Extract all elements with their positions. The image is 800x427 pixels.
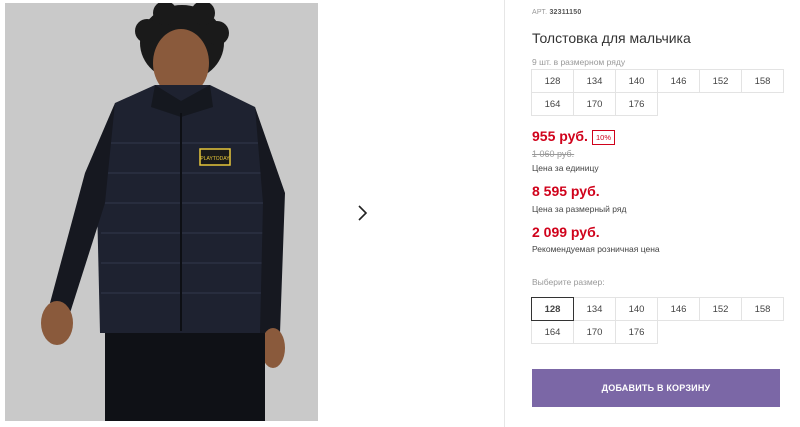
size-selector: 128 134 140 146 152 158 164 170 176	[531, 297, 784, 344]
product-photo[interactable]: PLAYTODAY	[5, 3, 318, 421]
pack-size-cell: 128	[531, 69, 574, 93]
old-price: 1 060 руб.	[532, 149, 575, 159]
product-title: Толстовка для мальчика	[532, 30, 691, 46]
article-label: АРТ.	[532, 9, 548, 16]
retail-price-note: Рекомендуемая розничная цена	[532, 244, 660, 254]
pack-price-note: Цена за размерный ряд	[532, 204, 627, 214]
size-option-134[interactable]: 134	[573, 297, 616, 321]
pack-size-cell: 164	[531, 92, 574, 116]
pack-size-cell: 170	[573, 92, 616, 116]
size-option-164[interactable]: 164	[531, 320, 574, 344]
pack-size-cell: 134	[573, 69, 616, 93]
pack-size-grid: 128 134 140 146 152 158 164 170 176	[531, 69, 784, 116]
pack-size-cell: 176	[615, 92, 658, 116]
product-info: АРТ. 32311150 Толстовка для мальчика 9 ш…	[531, 0, 792, 427]
size-option-158[interactable]: 158	[741, 297, 784, 321]
next-image-button[interactable]	[342, 193, 382, 233]
pack-size-cell: 140	[615, 69, 658, 93]
pack-price: 8 595 руб.	[532, 183, 600, 199]
add-to-cart-button[interactable]: ДОБАВИТЬ В КОРЗИНУ	[532, 369, 780, 407]
product-gallery: PLAYTODAY	[0, 0, 505, 427]
size-option-152[interactable]: 152	[699, 297, 742, 321]
size-option-176[interactable]: 176	[615, 320, 658, 344]
article-line: АРТ. 32311150	[532, 9, 581, 16]
pack-size-cell: 152	[699, 69, 742, 93]
retail-price: 2 099 руб.	[532, 224, 600, 240]
pack-size-cell: 146	[657, 69, 700, 93]
size-option-140[interactable]: 140	[615, 297, 658, 321]
unit-price-note: Цена за единицу	[532, 163, 599, 173]
chevron-right-icon	[358, 205, 368, 221]
size-option-146[interactable]: 146	[657, 297, 700, 321]
patch-text: PLAYTODAY	[200, 156, 230, 162]
size-option-170[interactable]: 170	[573, 320, 616, 344]
pack-count-note: 9 шт. в размерном ряду	[532, 57, 626, 67]
size-select-label: Выберите размер:	[532, 277, 605, 287]
size-option-128[interactable]: 128	[531, 297, 574, 321]
article-number: 32311150	[549, 9, 582, 16]
pack-size-cell: 158	[741, 69, 784, 93]
discount-badge: 10%	[592, 130, 616, 145]
unit-price: 955 руб.	[532, 128, 588, 144]
product-photo-illustration: PLAYTODAY	[5, 3, 318, 421]
